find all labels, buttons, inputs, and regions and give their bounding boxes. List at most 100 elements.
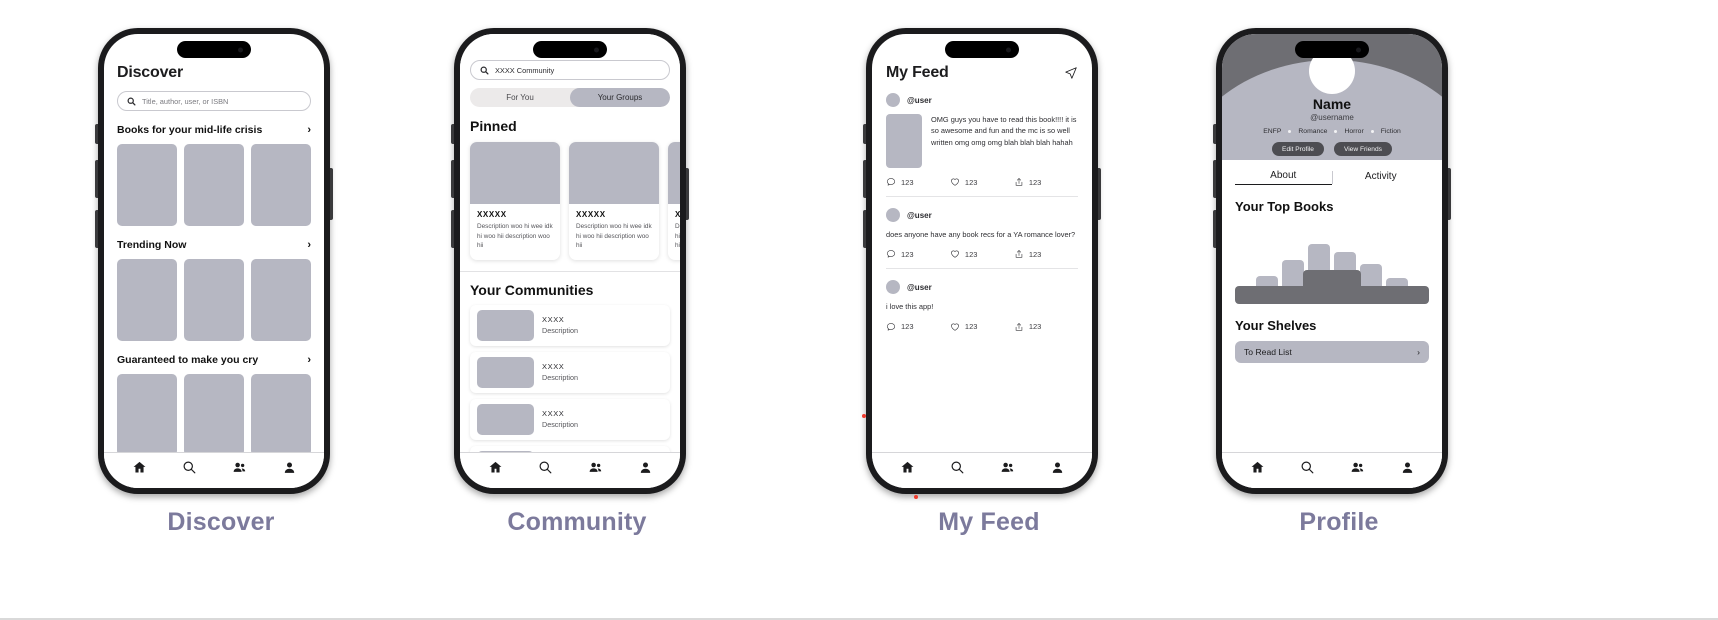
tab-about[interactable]: About xyxy=(1235,170,1332,185)
community-name: XXXX xyxy=(542,315,565,325)
screen-profile: Name @username ENFP Romance Horror Ficti… xyxy=(1202,28,1462,537)
comment-count: 123 xyxy=(901,322,914,331)
dot-separator-icon xyxy=(1288,130,1292,133)
like-count: 123 xyxy=(964,177,978,187)
card-thumbnail xyxy=(668,142,680,204)
communities-title: Your Communities xyxy=(470,281,594,298)
profile-icon[interactable] xyxy=(1400,460,1415,475)
like-action[interactable]: 123 xyxy=(950,322,1014,332)
card-title: XXXXX xyxy=(477,210,507,219)
comment-action[interactable]: 123 xyxy=(886,322,950,332)
section-header-cry[interactable]: Guaranteed to make you cry › xyxy=(117,354,311,366)
send-icon[interactable] xyxy=(1064,66,1078,80)
profile-name: Name xyxy=(1312,96,1352,112)
post-text: OMG guys you have to read this book!!!! … xyxy=(931,115,1077,147)
section-label: Trending Now xyxy=(117,239,187,251)
list-item[interactable]: XXXX Description xyxy=(470,398,670,440)
tab-for-you[interactable]: For You xyxy=(470,88,570,107)
book-tile[interactable] xyxy=(117,144,177,226)
book-tile[interactable] xyxy=(117,259,177,341)
share-icon xyxy=(1015,178,1023,186)
shelf-item[interactable]: To Read List › xyxy=(1235,341,1429,363)
card-title: XXXXX xyxy=(576,210,606,219)
post-username: @user xyxy=(907,95,932,105)
community-description: Description xyxy=(542,326,578,336)
community-description: Description xyxy=(542,420,578,430)
profile-icon[interactable] xyxy=(282,460,297,475)
book-tile[interactable] xyxy=(184,259,244,341)
share-count: 123 xyxy=(1028,322,1042,331)
share-action[interactable]: 123 xyxy=(1014,177,1078,187)
share-count: 123 xyxy=(1028,177,1042,187)
screen-caption-profile: Profile xyxy=(1299,508,1379,536)
tab-activity[interactable]: Activity xyxy=(1333,171,1430,185)
search-icon[interactable] xyxy=(1300,460,1315,475)
chart-podium-base xyxy=(1235,286,1429,304)
avatar xyxy=(886,93,900,107)
like-action[interactable]: 123 xyxy=(950,177,1014,187)
post-text: i love this app! xyxy=(886,302,934,312)
post-author[interactable]: @user xyxy=(886,280,1078,295)
share-action[interactable]: 123 xyxy=(1014,322,1078,332)
edit-profile-button[interactable]: Edit Profile xyxy=(1272,142,1324,156)
book-tile[interactable] xyxy=(184,144,244,226)
profile-icon[interactable] xyxy=(638,460,653,475)
community-thumbnail xyxy=(477,403,534,435)
profile-handle: @username xyxy=(1310,113,1354,122)
community-icon[interactable] xyxy=(232,460,247,475)
bottom-tab-bar xyxy=(872,452,1092,488)
book-tile[interactable] xyxy=(251,259,311,341)
phone-frame: My Feed @user OMG guys you have to read … xyxy=(863,28,1101,494)
power-button xyxy=(1098,168,1101,220)
like-count: 123 xyxy=(964,249,978,259)
profile-action-buttons: Edit Profile View Friends xyxy=(1222,142,1442,156)
community-name: XXXX xyxy=(542,362,565,372)
view-friends-button[interactable]: View Friends xyxy=(1333,142,1392,156)
home-icon[interactable] xyxy=(900,460,915,475)
post-author[interactable]: @user xyxy=(886,93,1078,107)
community-icon[interactable] xyxy=(1000,460,1015,475)
list-item[interactable]: XXXX Description xyxy=(470,351,670,393)
comment-count: 123 xyxy=(901,249,914,259)
page-title: My Feed xyxy=(886,64,949,81)
profile-icon[interactable] xyxy=(1050,460,1065,475)
tab-your-groups[interactable]: Your Groups xyxy=(570,88,670,107)
pinned-card[interactable]: XXXXX Description woo hi wee idk hi woo … xyxy=(668,142,680,260)
share-action[interactable]: 123 xyxy=(1014,249,1078,259)
top-books-chart xyxy=(1235,226,1429,304)
search-icon[interactable] xyxy=(182,460,197,475)
comment-action[interactable]: 123 xyxy=(886,249,950,259)
book-tile-row xyxy=(117,259,311,341)
book-tile[interactable] xyxy=(251,374,311,456)
shelf-label: To Read List xyxy=(1244,347,1292,357)
search-icon[interactable] xyxy=(950,460,965,475)
book-tile[interactable] xyxy=(251,144,311,226)
card-description: Description woo hi wee idk hi woo hii de… xyxy=(477,223,553,250)
screen-caption-my-feed: My Feed xyxy=(938,508,1040,536)
home-icon[interactable] xyxy=(132,460,147,475)
community-scroll-area[interactable]: Pinned XXXXX Description woo hi wee idk … xyxy=(460,118,680,452)
search-input[interactable]: Title, author, user, or ISBN xyxy=(117,91,311,111)
home-icon[interactable] xyxy=(1250,460,1265,475)
book-tile[interactable] xyxy=(184,374,244,456)
home-icon[interactable] xyxy=(488,460,503,475)
search-icon[interactable] xyxy=(538,460,553,475)
chevron-right-icon: › xyxy=(1417,347,1420,357)
search-input[interactable]: XXXX Community xyxy=(470,60,670,80)
section-header-trending[interactable]: Trending Now › xyxy=(117,239,311,251)
post-author[interactable]: @user xyxy=(886,208,1078,222)
post-image[interactable] xyxy=(886,114,922,168)
list-item[interactable]: XXXX Description xyxy=(470,304,670,346)
tag: Horror xyxy=(1344,128,1364,135)
like-action[interactable]: 123 xyxy=(950,249,1014,259)
section-header-midlife[interactable]: Books for your mid-life crisis › xyxy=(117,124,311,136)
pinned-card[interactable]: XXXXX Description woo hi wee idk hi woo … xyxy=(569,142,659,260)
pinned-card[interactable]: XXXXX Description woo hi wee idk hi woo … xyxy=(470,142,560,260)
community-icon[interactable] xyxy=(1350,460,1365,475)
comment-action[interactable]: 123 xyxy=(886,177,950,187)
phone-frame: Name @username ENFP Romance Horror Ficti… xyxy=(1213,28,1451,494)
book-tile[interactable] xyxy=(117,374,177,456)
community-icon[interactable] xyxy=(588,460,603,475)
camera-lens-icon xyxy=(1356,47,1361,52)
screen-caption-discover: Discover xyxy=(167,508,275,536)
